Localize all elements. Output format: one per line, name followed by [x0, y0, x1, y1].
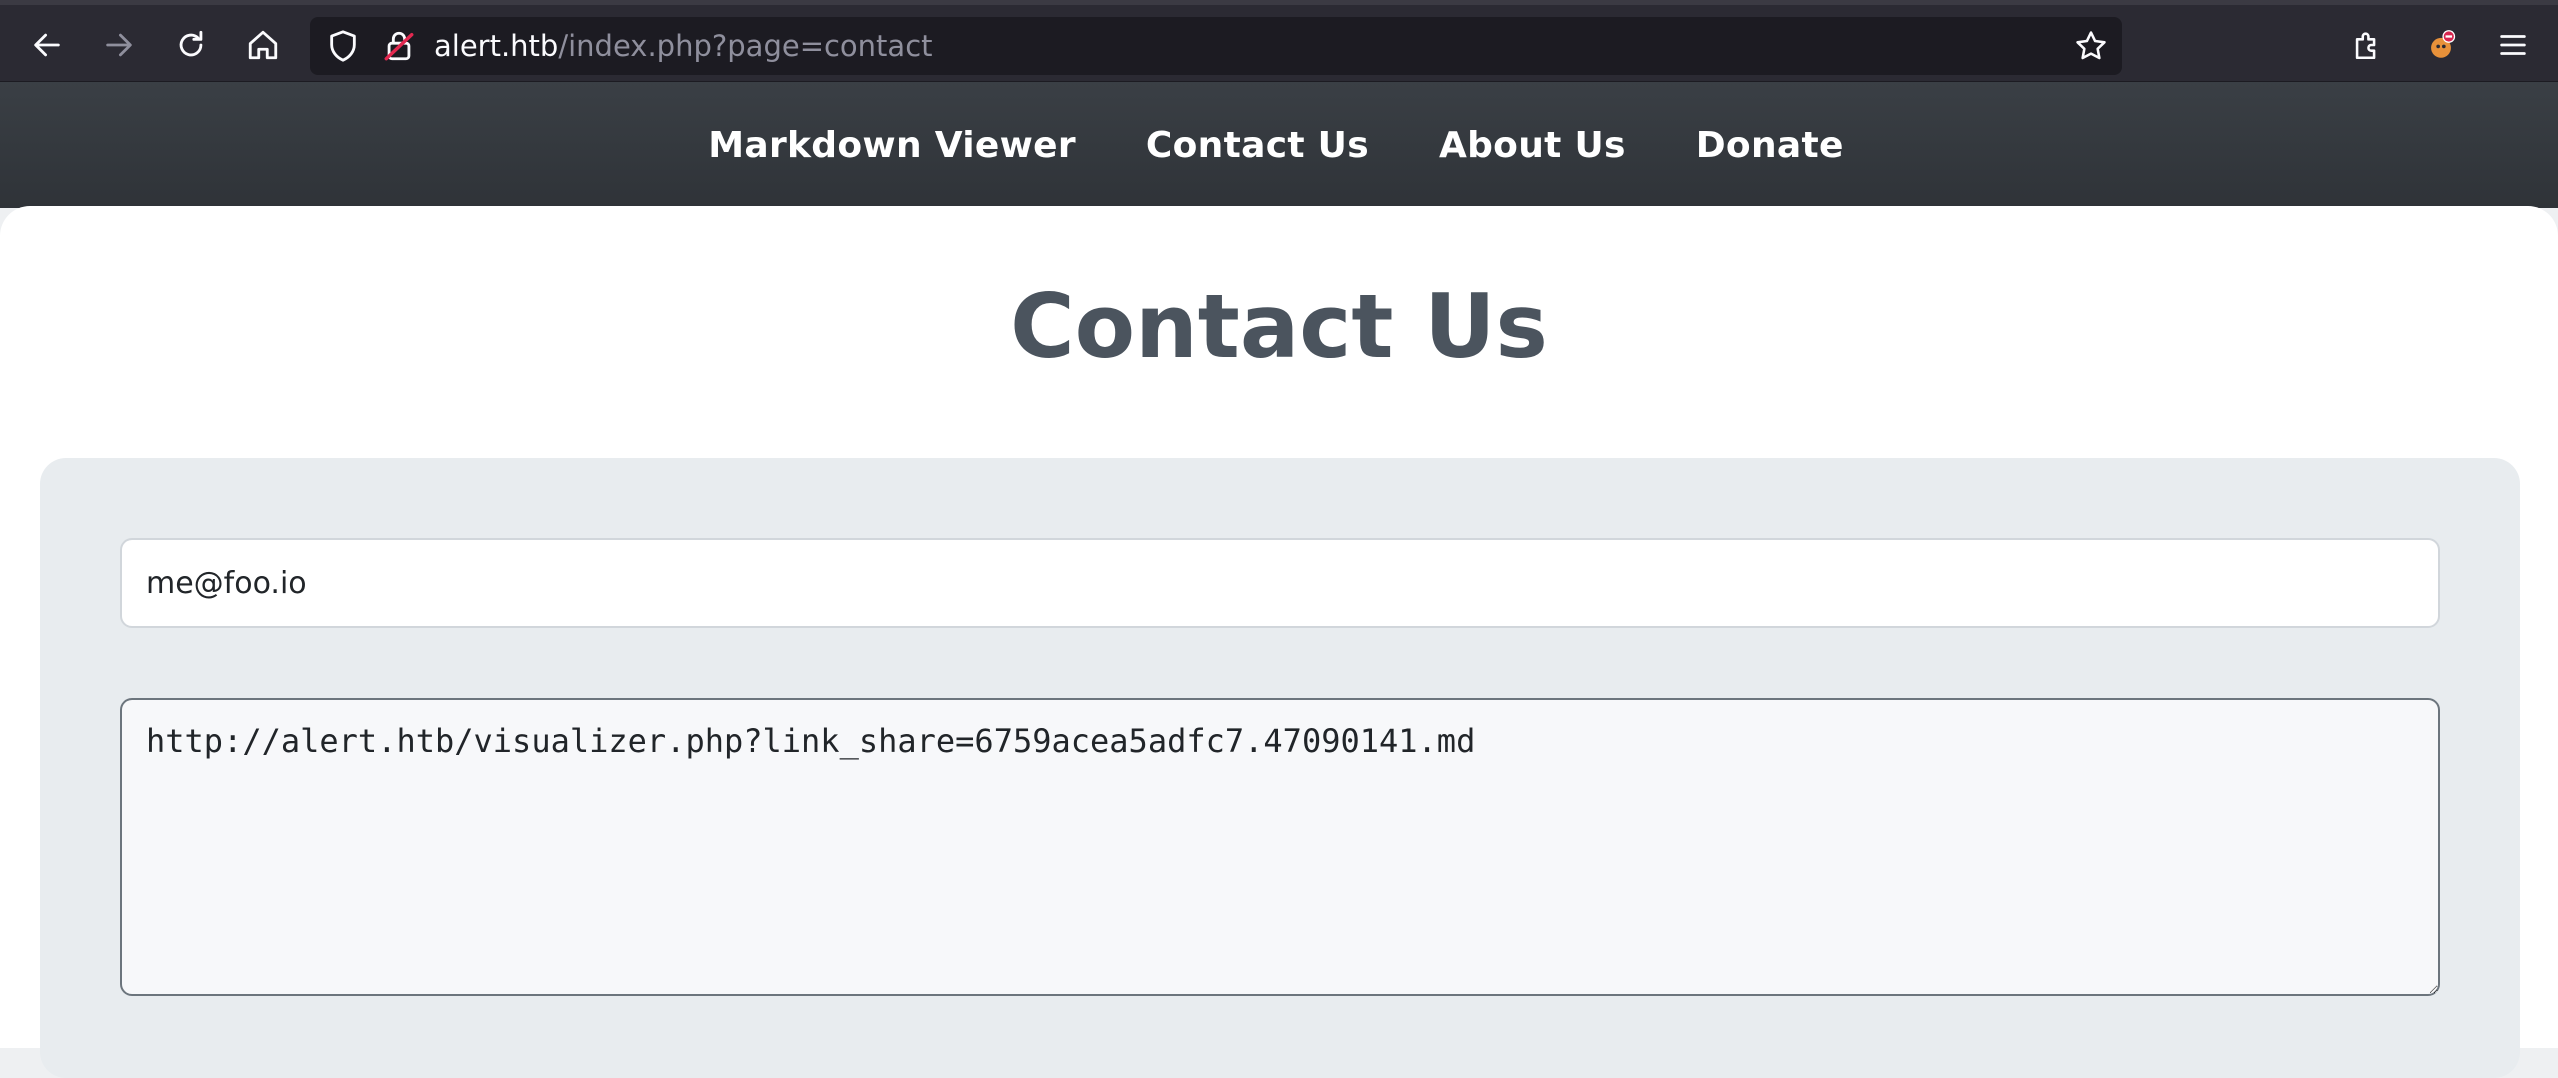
- page-content: Contact Us http://alert.htb/visualizer.p…: [0, 206, 2558, 1078]
- home-button[interactable]: [240, 22, 286, 68]
- back-icon: [34, 33, 60, 57]
- nav-link-donate[interactable]: Donate: [1696, 125, 1844, 166]
- profile-avatar-icon: [2431, 30, 2456, 58]
- reload-button[interactable]: [168, 22, 214, 68]
- shield-icon[interactable]: [326, 29, 360, 63]
- url-bar[interactable]: alert.htb/index.php?page=contact: [310, 17, 2122, 75]
- nav-link-markdown-viewer[interactable]: Markdown Viewer: [708, 125, 1076, 166]
- home-icon: [248, 30, 278, 60]
- browser-toolbar: alert.htb/index.php?page=contact: [0, 0, 2558, 82]
- back-button[interactable]: [24, 22, 70, 68]
- url-text[interactable]: alert.htb/index.php?page=contact: [434, 17, 933, 75]
- message-field[interactable]: http://alert.htb/visualizer.php?link_sha…: [120, 698, 2440, 996]
- reload-icon: [179, 30, 203, 57]
- forward-button[interactable]: [96, 22, 142, 68]
- email-field[interactable]: [120, 538, 2440, 628]
- profile-button[interactable]: [2418, 22, 2464, 68]
- url-host: alert.htb: [434, 29, 559, 63]
- forward-icon: [106, 33, 132, 57]
- site-navigation: Markdown Viewer Contact Us About Us Dona…: [0, 82, 2558, 208]
- nav-link-contact-us[interactable]: Contact Us: [1146, 125, 1369, 166]
- menu-icon: [2500, 35, 2526, 55]
- url-path: /index.php?page=contact: [558, 29, 933, 63]
- extensions-icon: [2355, 32, 2376, 60]
- menu-button[interactable]: [2490, 22, 2536, 68]
- extensions-button[interactable]: [2344, 22, 2390, 68]
- page-title: Contact Us: [1010, 275, 1548, 378]
- contact-form: http://alert.htb/visualizer.php?link_sha…: [40, 458, 2520, 1078]
- insecure-lock-icon[interactable]: [382, 29, 416, 63]
- nav-link-about-us[interactable]: About Us: [1439, 125, 1626, 166]
- bookmark-star-icon[interactable]: [2074, 29, 2108, 63]
